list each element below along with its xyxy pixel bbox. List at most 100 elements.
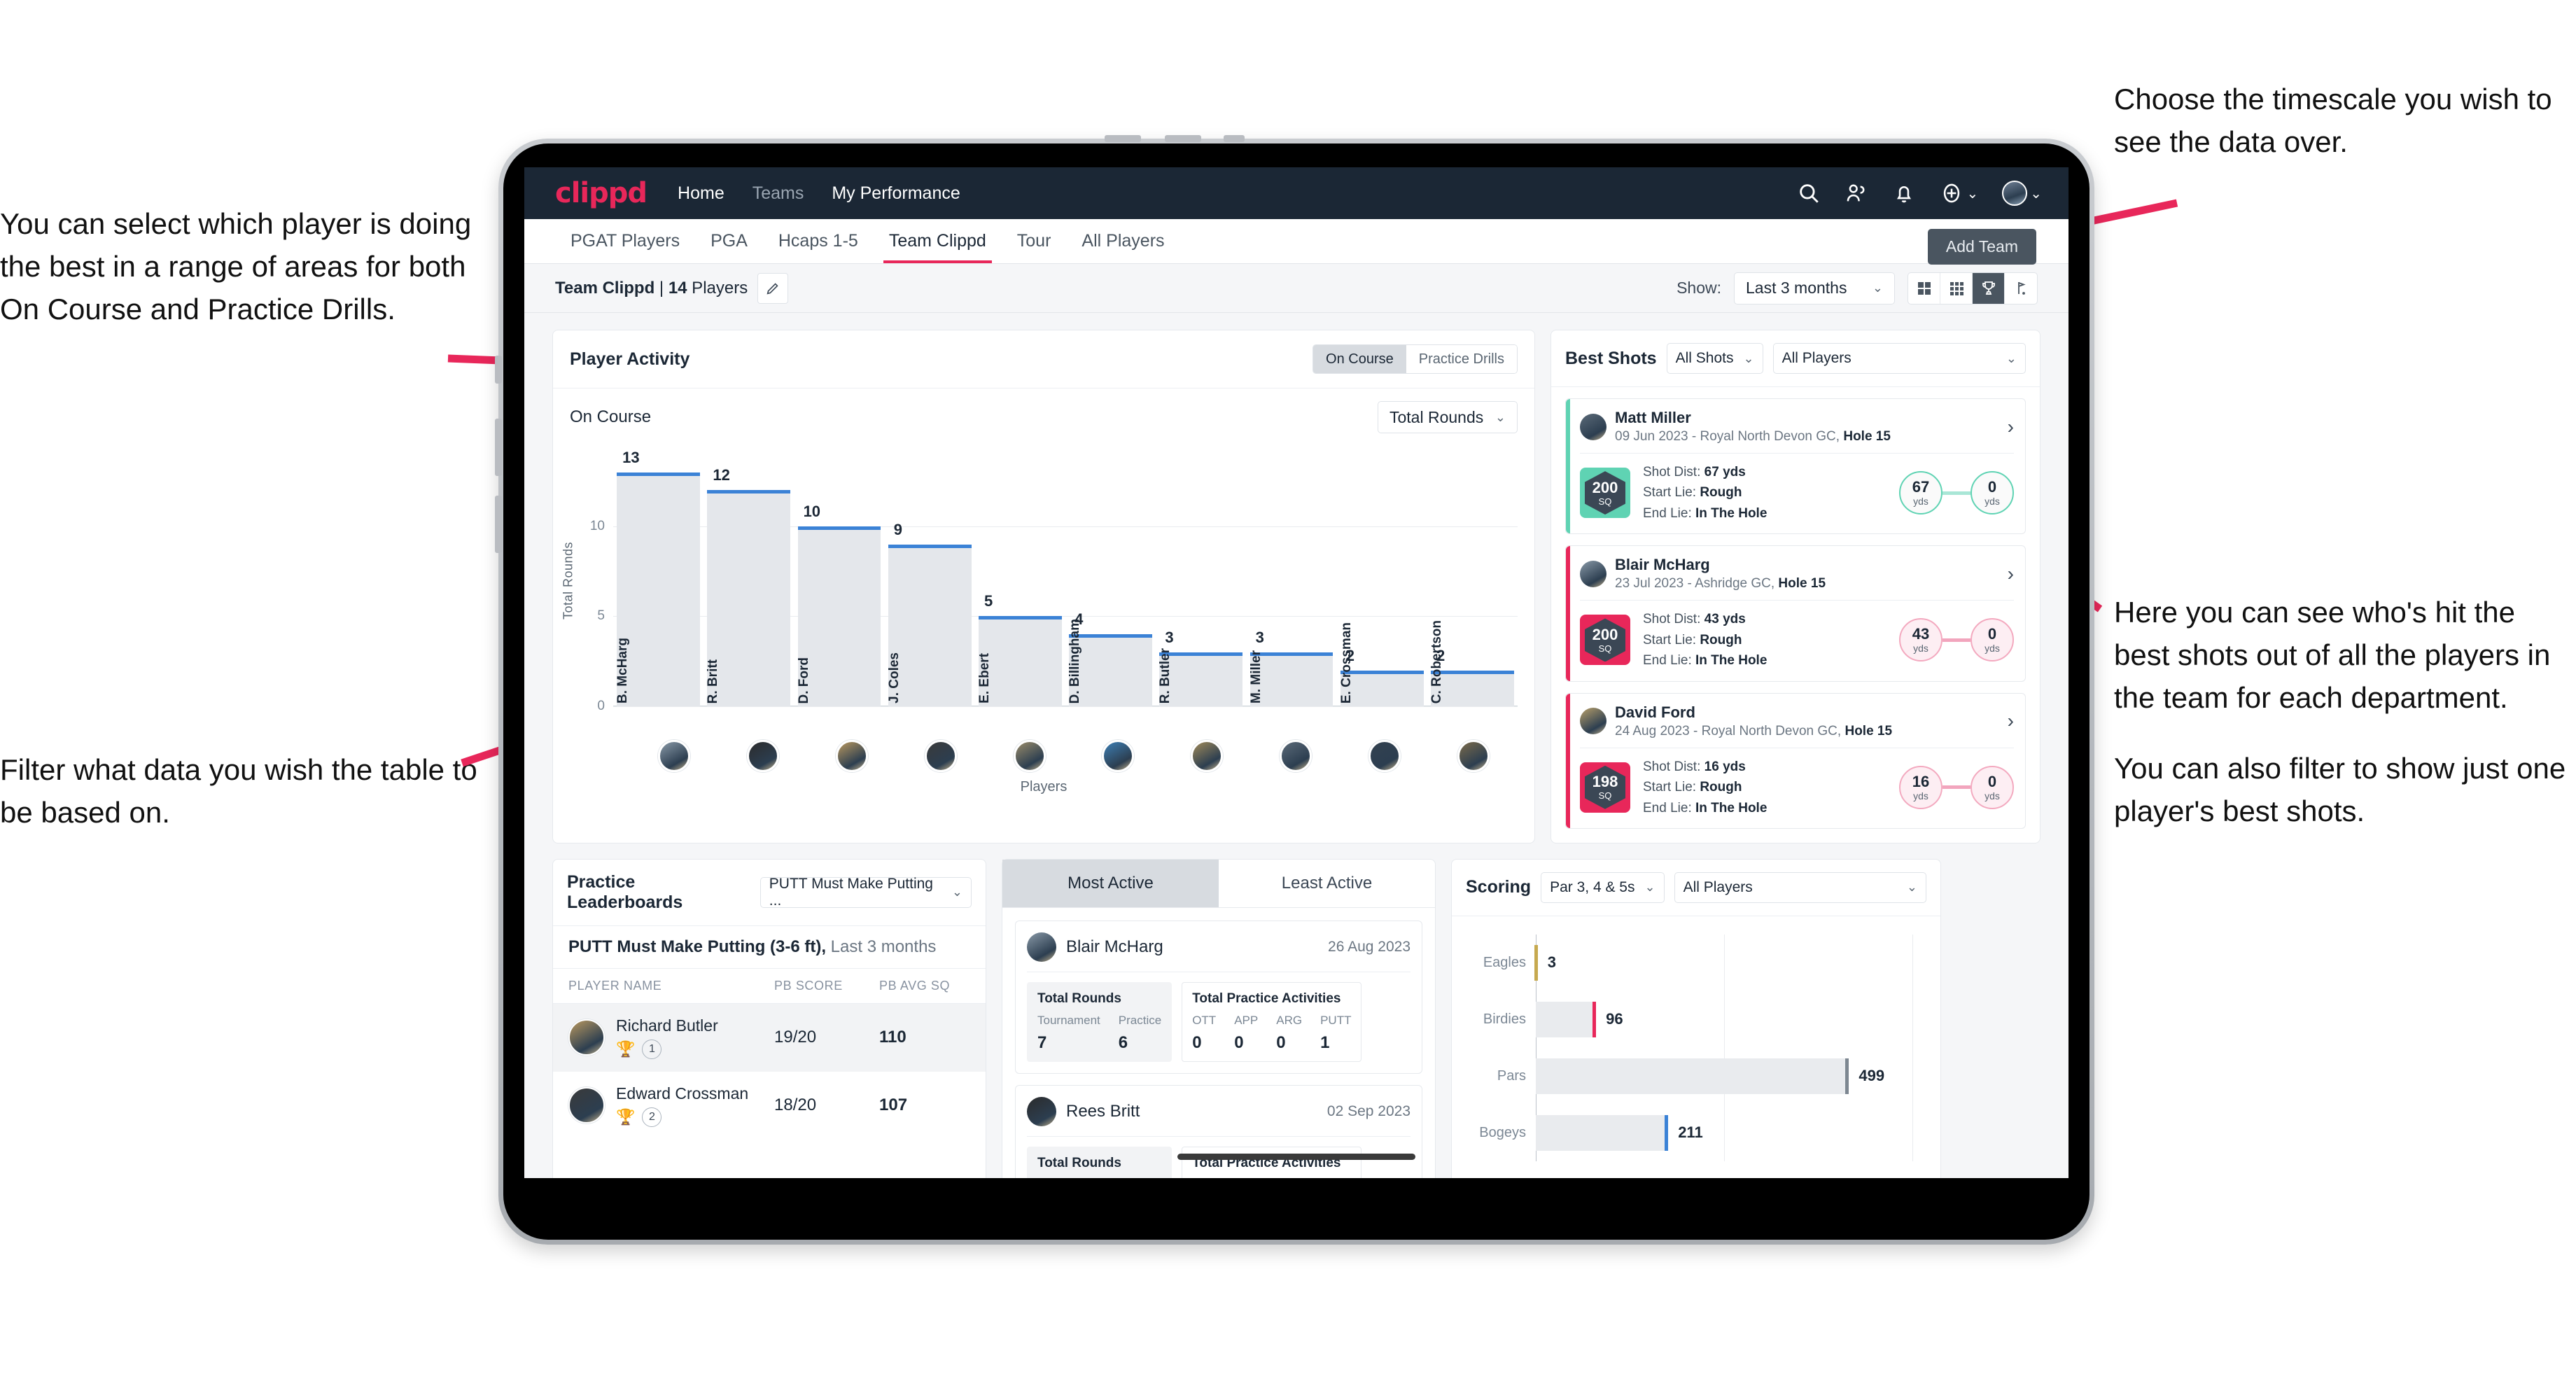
avatar[interactable]	[1013, 740, 1046, 772]
plus-circle-icon[interactable]	[1940, 181, 1963, 205]
avatar[interactable]	[1580, 413, 1606, 440]
grid-2x2-icon[interactable]	[1908, 272, 1940, 304]
avatar[interactable]	[1027, 1096, 1056, 1126]
segment-practice-drills[interactable]: Practice Drills	[1406, 345, 1517, 373]
trophy-icon[interactable]	[1973, 272, 2005, 304]
tab-most-active[interactable]: Most Active	[1002, 859, 1219, 907]
table-row[interactable]: Edward Crossman 🏆 2 18/20 107	[553, 1072, 986, 1140]
bar[interactable]: 3 M. Miller	[1249, 629, 1334, 706]
plus-circle-menu[interactable]: ⌄	[1940, 181, 1978, 205]
avatar[interactable]	[658, 740, 691, 772]
scoring-par-filter[interactable]: Par 3, 4 & 5s ⌄	[1541, 872, 1665, 903]
practice-col: APP 0	[1234, 1013, 1259, 1052]
hbar[interactable]	[1534, 944, 1538, 981]
avatar[interactable]	[1457, 740, 1490, 772]
start-lie-line: Start Lie: Rough	[1643, 632, 1742, 648]
avatar[interactable]	[1027, 932, 1056, 962]
tab-tour[interactable]: Tour	[1002, 219, 1067, 263]
bar[interactable]: 5 E. Ebert	[977, 592, 1062, 706]
rounds-col: Tournament 7	[1037, 1013, 1100, 1052]
bell-icon[interactable]	[1892, 181, 1916, 205]
bar[interactable]: 3 R. Butler	[1158, 629, 1243, 706]
bar-value: 9	[893, 520, 903, 538]
avatar[interactable]	[2002, 181, 2028, 206]
avatar[interactable]	[1580, 560, 1606, 587]
chevron-right-icon[interactable]: ›	[2008, 710, 2014, 732]
leaderboard-header-row: PLAYER NAME PB SCORE PB AVG SQ	[553, 969, 986, 1004]
golf-flag-icon[interactable]	[2005, 273, 2037, 304]
bar[interactable]: 4 D. Billingham	[1068, 610, 1153, 706]
avatar[interactable]	[747, 740, 780, 772]
bar-cap	[797, 526, 881, 530]
distance-from: 16 yds	[1899, 765, 1942, 809]
hexagon-icon: 200 SQ	[1585, 618, 1625, 662]
segment-on-course[interactable]: On Course	[1313, 345, 1406, 373]
clippd-logo[interactable]: clippd	[555, 177, 648, 209]
edit-team-button[interactable]	[757, 272, 789, 304]
bar-group: 13 B. McHarg 12 R. Britt 10 D. Ford 9 J. Coles 5…	[613, 449, 1518, 706]
avatar-slot	[1163, 740, 1252, 772]
practice-col: PUTT 1	[1320, 1013, 1352, 1052]
player-activity-header: Player Activity On Course Practice Drill…	[553, 330, 1534, 388]
avatar[interactable]	[1368, 740, 1401, 772]
bar-slot: 3 M. Miller	[1246, 454, 1336, 706]
section-tabbar: PGAT Players PGA Hcaps 1-5 Team Clippd T…	[524, 219, 2068, 265]
best-shots-player-filter[interactable]: All Players ⌄	[1772, 343, 2026, 374]
distance-visual: 43 yds 0 yds	[1899, 618, 2014, 662]
shot-player-info: Matt Miller 09 Jun 2023 - Royal North Dev…	[1615, 409, 1891, 444]
tab-pgat-players[interactable]: PGAT Players	[555, 219, 695, 263]
avatar[interactable]	[1580, 708, 1606, 735]
activity-player-card[interactable]: Blair McHarg 26 Aug 2023 Total Rounds Tourn…	[1015, 920, 1422, 1074]
hbar[interactable]	[1536, 1058, 1849, 1095]
metric-select[interactable]: Total Rounds ⌄	[1378, 401, 1518, 433]
bar-cap	[978, 616, 1062, 620]
avatar[interactable]	[1191, 740, 1224, 772]
drill-select[interactable]: PUTT Must Make Putting ... ⌄	[760, 876, 972, 909]
best-shot-card[interactable]: Blair McHarg 23 Jul 2023 - Ashridge GC, H…	[1565, 545, 2026, 682]
avatar[interactable]	[835, 740, 868, 772]
avatar[interactable]	[924, 740, 957, 772]
profile-menu[interactable]: ⌄	[2002, 181, 2042, 206]
y-axis-title: Total Rounds	[561, 541, 575, 620]
nav-link-my-performance[interactable]: My Performance	[832, 183, 960, 204]
shot-meta: 24 Aug 2023 - Royal North Devon GC, Hole…	[1615, 723, 1893, 738]
hbar-label: Eagles	[1483, 954, 1526, 970]
add-team-button[interactable]: Add Team	[1927, 229, 2036, 265]
tablet-bezel: clippd Home Teams My Performance ⌄ ⌄ PGA…	[503, 144, 2090, 1240]
tab-all-players[interactable]: All Players	[1066, 219, 1180, 263]
search-icon[interactable]	[1797, 181, 1821, 205]
bar[interactable]: 10 D. Ford	[797, 503, 881, 706]
timescale-select[interactable]: Last 3 months ⌄	[1734, 272, 1895, 304]
player-activity-subheader: On Course Total Rounds ⌄	[553, 388, 1534, 433]
activity-player-card[interactable]: Rees Britt 02 Sep 2023 Total RoundsTournam…	[1015, 1084, 1422, 1178]
avatar[interactable]	[1279, 740, 1312, 772]
best-shot-card[interactable]: David Ford 24 Aug 2023 - Royal North Devo…	[1565, 692, 2026, 829]
chevron-right-icon[interactable]: ›	[2008, 563, 2014, 585]
bar[interactable]: 2 E. Crossman	[1339, 622, 1424, 706]
tab-hcaps-1-5[interactable]: Hcaps 1-5	[763, 219, 874, 263]
bar[interactable]: 12 R. Britt	[706, 466, 791, 706]
tab-least-active[interactable]: Least Active	[1219, 860, 1435, 907]
avatar[interactable]	[568, 1087, 605, 1124]
bar[interactable]: 2 C. Robertson	[1429, 620, 1514, 706]
people-icon[interactable]	[1844, 181, 1868, 205]
hbar[interactable]	[1536, 1114, 1669, 1152]
shot-hole: Hole 15	[1844, 723, 1893, 738]
end-lie-line: End Lie: In The Hole	[1643, 800, 1768, 816]
hbar[interactable]	[1536, 1001, 1597, 1038]
grid-3x3-icon[interactable]	[1940, 272, 1973, 304]
tab-team-clippd[interactable]: Team Clippd	[874, 219, 1002, 263]
nav-link-teams[interactable]: Teams	[752, 183, 804, 204]
table-row[interactable]: Richard Butler 🏆 1 19/20 110	[553, 1003, 986, 1072]
bar[interactable]: 9 J. Coles	[887, 521, 972, 706]
avatar[interactable]	[568, 1019, 605, 1056]
chevron-right-icon[interactable]: ›	[2008, 416, 2014, 438]
bar[interactable]: 13 B. McHarg	[615, 449, 701, 706]
nav-link-home[interactable]: Home	[678, 183, 724, 204]
tab-pga[interactable]: PGA	[695, 219, 763, 263]
best-shots-shot-filter[interactable]: All Shots ⌄	[1666, 343, 1763, 374]
avatar[interactable]	[1102, 740, 1135, 772]
shot-details: Shot Dist: 43 yds Start Lie: Rough End Lie…	[1643, 609, 1767, 671]
scoring-player-filter[interactable]: All Players ⌄	[1674, 872, 1926, 903]
best-shot-card[interactable]: Matt Miller 09 Jun 2023 - Royal North Dev…	[1565, 398, 2026, 535]
